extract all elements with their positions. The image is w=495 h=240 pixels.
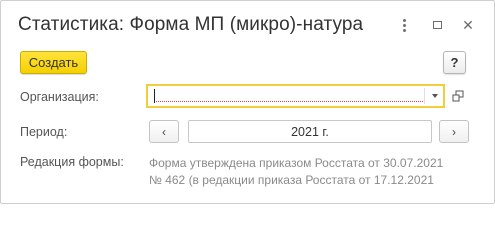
form-edition-text[interactable]: Форма утверждена приказом Росстата от 30… (149, 155, 469, 189)
required-field-underline (156, 100, 423, 102)
organization-input[interactable] (146, 84, 445, 108)
form-window: Статистика: Форма МП (микро)-натура ✕ Со… (0, 0, 495, 204)
text-caret (154, 89, 155, 103)
form-edition-label: Редакция формы: (20, 155, 124, 169)
chevron-down-icon[interactable] (432, 94, 438, 98)
form-edition-line-2: № 462 (в редакции приказа Росстата от 17… (149, 173, 434, 187)
create-button[interactable]: Создать (20, 51, 87, 74)
period-label: Период: (20, 125, 68, 139)
maximize-icon[interactable] (426, 14, 448, 36)
open-in-window-icon[interactable] (448, 86, 468, 106)
period-prev-button[interactable]: ‹ (149, 120, 179, 143)
period-next-button[interactable]: › (439, 120, 469, 143)
more-vertical-icon[interactable] (393, 14, 415, 36)
organization-label: Организация: (20, 90, 99, 104)
dropdown-separator (424, 88, 425, 104)
help-button[interactable]: ? (443, 51, 466, 74)
more-dots (402, 18, 406, 32)
maximize-box (432, 21, 442, 29)
form-edition-line-1: Форма утверждена приказом Росстата от 30… (149, 156, 444, 170)
period-field[interactable]: 2021 г. (188, 120, 432, 143)
close-icon[interactable]: ✕ (457, 14, 479, 36)
open-window-svg (452, 90, 464, 102)
window-title: Статистика: Форма МП (микро)-натура (18, 14, 364, 35)
